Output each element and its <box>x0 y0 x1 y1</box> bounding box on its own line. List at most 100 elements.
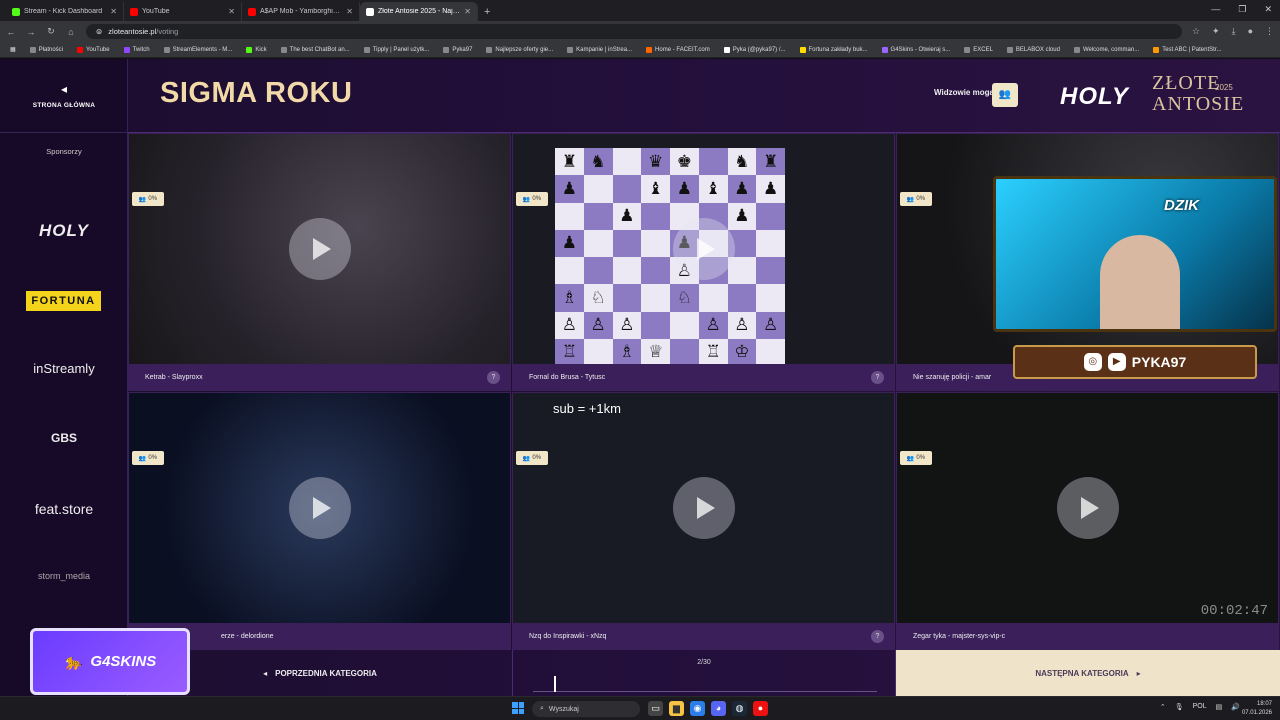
users-icon: 👥 <box>906 196 915 203</box>
steam-icon[interactable]: ◍ <box>732 701 747 716</box>
sponsor-storm-media[interactable]: storm_media <box>0 571 128 581</box>
sponsor-feat-store[interactable]: feat.store <box>0 501 128 517</box>
minimize-icon[interactable]: — <box>1211 4 1220 15</box>
bookmark-item[interactable]: YouTube <box>77 46 110 53</box>
nominee-caption: Fornal do Brusa - Tytusc <box>513 364 894 390</box>
help-icon[interactable]: ? <box>871 630 884 643</box>
panther-icon: 🐆 <box>63 653 83 671</box>
bookmark-item[interactable]: Home - FACEIT.com <box>646 46 710 53</box>
taskbar-clock[interactable]: 18:07 07.01.2026 <box>1242 700 1272 718</box>
download-icon[interactable]: ⤓ <box>1232 26 1236 37</box>
bookmark-item[interactable]: G4Skins - Otwieraj s... <box>881 46 950 53</box>
users-icon: 👥 <box>522 455 531 462</box>
sponsor-holy[interactable]: HOLY <box>0 221 128 241</box>
countdown-timer: 00:02:47 <box>1200 603 1268 619</box>
url-input[interactable]: ⊜ zloteantosie.pl/voting <box>86 24 1182 39</box>
bookmark-item[interactable]: Płatności <box>29 46 63 53</box>
bookmark-item[interactable]: Tipply | Panel użytk... <box>363 46 429 53</box>
bookmark-item[interactable]: StreamElements - M... <box>163 46 232 53</box>
nominee-tile[interactable]: ♜ ♞ ♛ ♚ ♞ ♜ ♟ ♝ ♟ ♝ ♟ ♟ ♟ ♟ ♟ ♟ ♙ ♗ ♘ ♘ ♙ ♙ ♙ ♙ ♙ ♙ ♖ ♗ ♕ ♖ ♔ 👥… <box>512 133 895 391</box>
bookmark-item[interactable]: Kampanie | inStrea... <box>567 46 632 53</box>
viewers-label: Widzowie mogą <box>934 88 994 97</box>
page-title: SIGMA ROKU <box>160 77 353 109</box>
tab-youtube[interactable]: YouTube ✕ <box>124 2 242 21</box>
bookmark-item[interactable]: Pyka97 <box>443 46 472 53</box>
users-icon: 👥 <box>522 196 531 203</box>
forward-icon[interactable]: → <box>26 27 36 37</box>
volume-icon[interactable]: 🔊 <box>1231 703 1240 711</box>
nominee-tile[interactable]: 00:02:47 👥 0% Zegar tyka - majster-sys-vi… <box>896 392 1279 650</box>
next-category-button[interactable]: NASTĘPNA KATEGORIA ▸ <box>896 650 1280 696</box>
bookmark-item[interactable]: Pyka (@pyka97) /... <box>723 46 786 53</box>
bookmark-item[interactable]: Test ABC | PatentStr... <box>1153 46 1221 53</box>
help-icon[interactable]: ? <box>871 371 884 384</box>
network-icon[interactable]: ▤ <box>1216 703 1223 711</box>
close-icon[interactable]: ✕ <box>464 7 471 16</box>
app-icon[interactable]: ● <box>753 701 768 716</box>
bookmark-item[interactable]: Welcome, comman... <box>1073 46 1139 53</box>
bookmark-item[interactable]: EXCEL <box>964 46 993 53</box>
play-icon <box>697 497 715 519</box>
site-info-icon[interactable]: ⊜ <box>96 27 102 36</box>
vote-percent-badge: 👥 0% <box>516 451 548 465</box>
dzik-logo: DZIK <box>1164 197 1199 214</box>
close-icon[interactable]: ✕ <box>228 7 235 16</box>
sponsor-fortuna[interactable]: FORTUNA <box>26 291 101 311</box>
chevron-up-icon[interactable]: ⌃ <box>1160 703 1166 711</box>
home-icon[interactable]: ⌂ <box>66 27 76 37</box>
bookmark-item[interactable]: Fortuna zakłady buk... <box>799 46 868 53</box>
youtube-icon <box>130 7 138 16</box>
sponsor-instreamly[interactable]: inStreamly <box>0 361 128 376</box>
streamer-figure <box>1100 235 1180 329</box>
play-button[interactable] <box>672 477 735 539</box>
bookmark-item[interactable]: Najlepsze oferty gie... <box>486 46 553 53</box>
tab-asap-mob[interactable]: A$AP Mob - Yamborghini High ✕ <box>242 2 360 21</box>
home-link[interactable]: ◂ STRONA GŁÓWNA <box>0 59 128 133</box>
chrome-icon[interactable]: ◉ <box>690 701 705 716</box>
close-window-icon[interactable]: ✕ <box>1264 4 1272 15</box>
star-icon[interactable]: ☆ <box>1192 26 1200 37</box>
users-icon: 👥 <box>998 89 1012 100</box>
file-explorer-icon[interactable]: ▆ <box>669 701 684 716</box>
taskbar: ⌕ Wyszukaj ▭ ▆ ◉ ◕ ◍ ● ⌃ 🎙 POL ▤ 🔊 18:07… <box>0 696 1280 720</box>
vote-percent-badge: 👥 0% <box>516 192 548 206</box>
bookmark-item[interactable]: The best ChatBot an... <box>280 46 350 53</box>
new-tab-button[interactable]: + <box>484 6 490 18</box>
close-icon[interactable]: ✕ <box>346 7 353 16</box>
window-controls: — ❐ ✕ <box>1211 4 1272 15</box>
play-button[interactable] <box>672 218 735 280</box>
nominee-tile[interactable]: 👥 0% Ketrab - Slayproxx ? <box>128 133 511 391</box>
play-button[interactable] <box>288 218 351 280</box>
play-button[interactable] <box>288 477 351 539</box>
discord-icon[interactable]: ◕ <box>711 701 726 716</box>
sponsors-title: Sponsorzy <box>46 147 82 156</box>
nominee-tile[interactable]: 👥 0% erze - delordione <box>128 392 511 650</box>
menu-icon[interactable]: ⋮ <box>1265 26 1274 37</box>
viewers-button[interactable]: 👥 <box>992 83 1018 107</box>
maximize-icon[interactable]: ❐ <box>1238 4 1246 15</box>
tab-zlote-antosie[interactable]: Złote Antosie 2025 - Największe ✕ <box>360 2 478 21</box>
bookmark-item[interactable]: Kick <box>246 46 267 53</box>
windows-start-icon[interactable] <box>512 702 524 714</box>
apps-icon[interactable]: ▦ <box>10 46 16 53</box>
social-handle-overlay: ◎ ▶ PYKA97 <box>1013 345 1257 379</box>
arrow-left-icon: ◂ <box>60 82 68 96</box>
chessboard: ♜ ♞ ♛ ♚ ♞ ♜ ♟ ♝ ♟ ♝ ♟ ♟ ♟ ♟ ♟ ♟ ♙ ♗ ♘ ♘ ♙ ♙ ♙ ♙ ♙ ♙ ♖ ♗ ♕ ♖ ♔ <box>555 148 785 366</box>
taskbar-search[interactable]: ⌕ Wyszukaj <box>532 701 640 717</box>
help-icon[interactable]: ? <box>487 371 500 384</box>
reload-icon[interactable]: ↻ <box>46 26 56 37</box>
mic-icon[interactable]: 🎙 <box>1175 703 1184 711</box>
bookmark-item[interactable]: Twitch <box>123 46 150 53</box>
play-button[interactable] <box>1056 477 1119 539</box>
profile-icon[interactable]: ● <box>1248 26 1253 37</box>
task-view-icon[interactable]: ▭ <box>648 701 663 716</box>
nominee-tile[interactable]: sub = +1km 👥 0% Nzq do Inspirawki - xNzq … <box>512 392 895 650</box>
sponsor-gbs[interactable]: GBS <box>0 431 128 445</box>
extensions-icon[interactable]: ✦ <box>1212 26 1220 37</box>
tab-kick-dashboard[interactable]: Stream - Kick Dashboard ✕ <box>6 2 124 21</box>
close-icon[interactable]: ✕ <box>110 7 117 16</box>
back-icon[interactable]: ← <box>6 27 16 37</box>
brand-logo: HOLY ZŁOTE ANTOSIE 2025 <box>1060 72 1245 115</box>
bookmark-item[interactable]: BELABOX cloud <box>1006 46 1060 53</box>
play-icon <box>697 238 715 260</box>
